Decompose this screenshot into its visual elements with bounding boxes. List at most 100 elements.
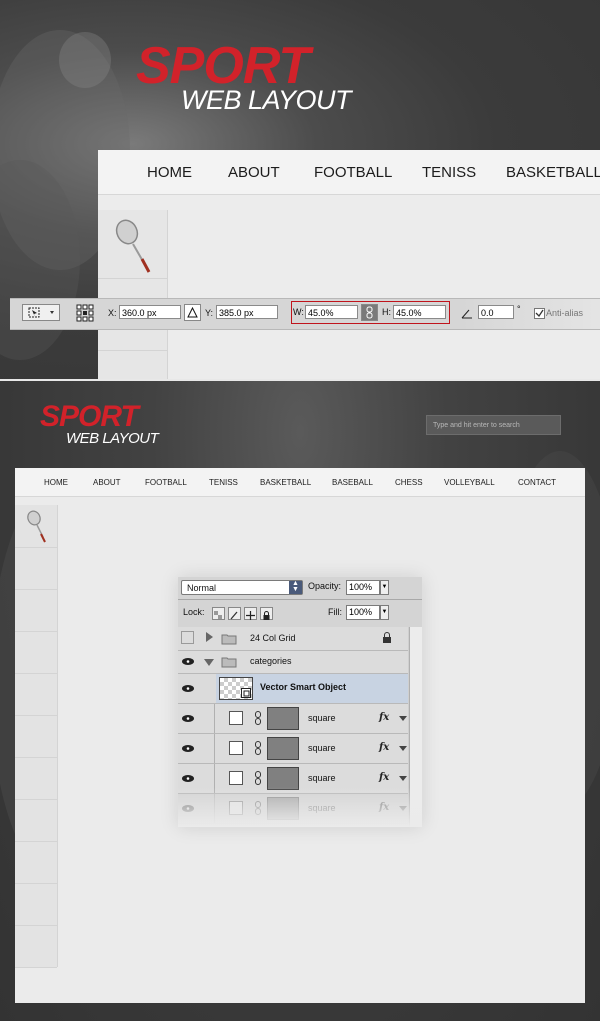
- smart-object-badge-icon: [241, 688, 251, 698]
- delta-icon: [187, 306, 198, 318]
- x-label: X:: [108, 308, 117, 318]
- opacity-dropdown-button[interactable]: ▼: [380, 580, 389, 595]
- layer-name: square: [308, 743, 336, 753]
- checkmark-icon: [535, 309, 544, 318]
- collapse-arrow-icon[interactable]: [204, 659, 214, 666]
- h-label: H:: [382, 307, 391, 317]
- effects-expand-arrow-icon[interactable]: [399, 716, 407, 721]
- fill-field[interactable]: 100%: [346, 605, 380, 620]
- layer-row-categories[interactable]: categories: [178, 651, 408, 674]
- nav-basketball[interactable]: BASKETBALL: [260, 478, 311, 487]
- relative-position-button[interactable]: [184, 304, 201, 321]
- layer-row-square[interactable]: square fx: [178, 704, 408, 734]
- nav-teniss[interactable]: TENISS: [422, 164, 476, 181]
- rotation-field[interactable]: 0.0: [478, 305, 514, 319]
- layer-row-24-col-grid[interactable]: 24 Col Grid: [178, 627, 408, 651]
- width-field[interactable]: 45.0%: [305, 305, 358, 319]
- opacity-field[interactable]: 100%: [346, 580, 380, 595]
- category-cell[interactable]: [15, 589, 57, 632]
- eye-icon[interactable]: [182, 658, 194, 665]
- category-cell[interactable]: [15, 673, 57, 716]
- expand-arrow-icon[interactable]: [206, 632, 213, 642]
- nav-home[interactable]: HOME: [147, 164, 192, 181]
- maintain-aspect-ratio-button[interactable]: [361, 304, 378, 321]
- logo-sport-text: SPORT: [40, 400, 139, 433]
- layer-name: Vector Smart Object: [260, 682, 347, 692]
- layer-effects-icon[interactable]: fx: [379, 712, 389, 723]
- category-cell[interactable]: [15, 841, 57, 884]
- layer-thumbnail: [267, 707, 299, 730]
- link-icon: [255, 711, 261, 725]
- chain-link-icon: [366, 306, 373, 319]
- tool-preset-button[interactable]: [22, 304, 60, 321]
- logo-web-layout-text: WEB LAYOUT: [181, 85, 352, 115]
- eye-icon[interactable]: [182, 775, 194, 782]
- y-label: Y:: [205, 308, 214, 318]
- link-icon: [255, 771, 261, 785]
- transform-options-bar: X: 360.0 px Y: 385.0 px W: 45.0% H: 45.0…: [10, 298, 600, 330]
- visibility-toggle-empty[interactable]: [181, 631, 194, 644]
- layers-panel: Normal ▲ ▼ Opacity: 100% ▼ Lock: Fill: 10…: [178, 577, 422, 827]
- lock-position-button[interactable]: [244, 607, 257, 620]
- layer-name: categories: [250, 656, 292, 666]
- panel-divider: [178, 599, 422, 600]
- anti-alias-label: Anti-alias: [546, 308, 584, 318]
- lock-icon: [383, 632, 391, 643]
- nav-about[interactable]: ABOUT: [228, 164, 280, 181]
- lock-all-button[interactable]: [260, 607, 273, 620]
- tennis-racket-icon: [27, 510, 46, 543]
- smart-object-thumbnail: [219, 677, 253, 700]
- y-field[interactable]: 385.0 px: [216, 305, 278, 319]
- nav-volleyball[interactable]: VOLLEYBALL: [444, 478, 495, 487]
- x-field[interactable]: 360.0 px: [119, 305, 181, 319]
- reference-point-icon[interactable]: [76, 304, 94, 322]
- layer-row-square[interactable]: square fx: [178, 734, 408, 764]
- category-cell[interactable]: [15, 715, 57, 758]
- category-cell-tennis[interactable]: [98, 210, 167, 279]
- layer-row-vector-smart-object[interactable]: Vector Smart Object: [178, 674, 408, 704]
- lock-transparent-button[interactable]: [212, 607, 225, 620]
- nav-football[interactable]: FOOTBALL: [145, 478, 187, 487]
- fill-dropdown-button[interactable]: ▼: [380, 605, 389, 620]
- eye-icon[interactable]: [182, 745, 194, 752]
- blend-mode-select[interactable]: Normal ▲ ▼: [181, 580, 303, 595]
- logo-web-layout-text: WEB LAYOUT: [66, 430, 159, 447]
- effects-expand-arrow-icon[interactable]: [399, 776, 407, 781]
- blend-mode-value: Normal: [187, 583, 217, 593]
- anti-alias-checkbox[interactable]: [534, 308, 545, 319]
- category-cell[interactable]: [15, 925, 57, 968]
- layer-thumbnail: [267, 737, 299, 760]
- nav-about[interactable]: ABOUT: [93, 478, 121, 487]
- search-input[interactable]: Type and hit enter to search: [426, 415, 561, 435]
- brush-icon: [230, 611, 238, 620]
- category-cell-tennis[interactable]: [15, 505, 57, 548]
- layer-effects-icon[interactable]: fx: [379, 742, 389, 753]
- category-cell[interactable]: [15, 547, 57, 590]
- nav-home[interactable]: HOME: [44, 478, 68, 487]
- w-label: W:: [293, 307, 304, 317]
- lock-image-button[interactable]: [228, 607, 241, 620]
- link-icon: [255, 741, 261, 755]
- nav-teniss[interactable]: TENISS: [209, 478, 238, 487]
- degree-symbol: °: [517, 304, 521, 314]
- nav-contact[interactable]: CONTACT: [518, 478, 556, 487]
- layer-effects-icon[interactable]: fx: [379, 772, 389, 783]
- nav-baseball[interactable]: BASEBALL: [332, 478, 373, 487]
- height-field[interactable]: 45.0%: [393, 305, 446, 319]
- eye-icon[interactable]: [182, 685, 194, 692]
- effects-expand-arrow-icon[interactable]: [399, 746, 407, 751]
- move-arrows-icon: [246, 611, 255, 620]
- category-cell[interactable]: [15, 757, 57, 800]
- folder-icon: [221, 634, 237, 645]
- eye-icon[interactable]: [182, 715, 194, 722]
- tennis-racket-icon: [115, 219, 151, 273]
- category-cell[interactable]: [15, 631, 57, 674]
- checker-icon: [214, 611, 222, 619]
- category-cell[interactable]: [15, 883, 57, 926]
- nav-chess[interactable]: CHESS: [395, 478, 423, 487]
- nav-basketball[interactable]: BASKETBALL: [506, 164, 600, 181]
- folder-icon: [221, 657, 237, 668]
- layer-name: 24 Col Grid: [250, 633, 296, 643]
- nav-football[interactable]: FOOTBALL: [314, 164, 392, 181]
- category-cell[interactable]: [15, 799, 57, 842]
